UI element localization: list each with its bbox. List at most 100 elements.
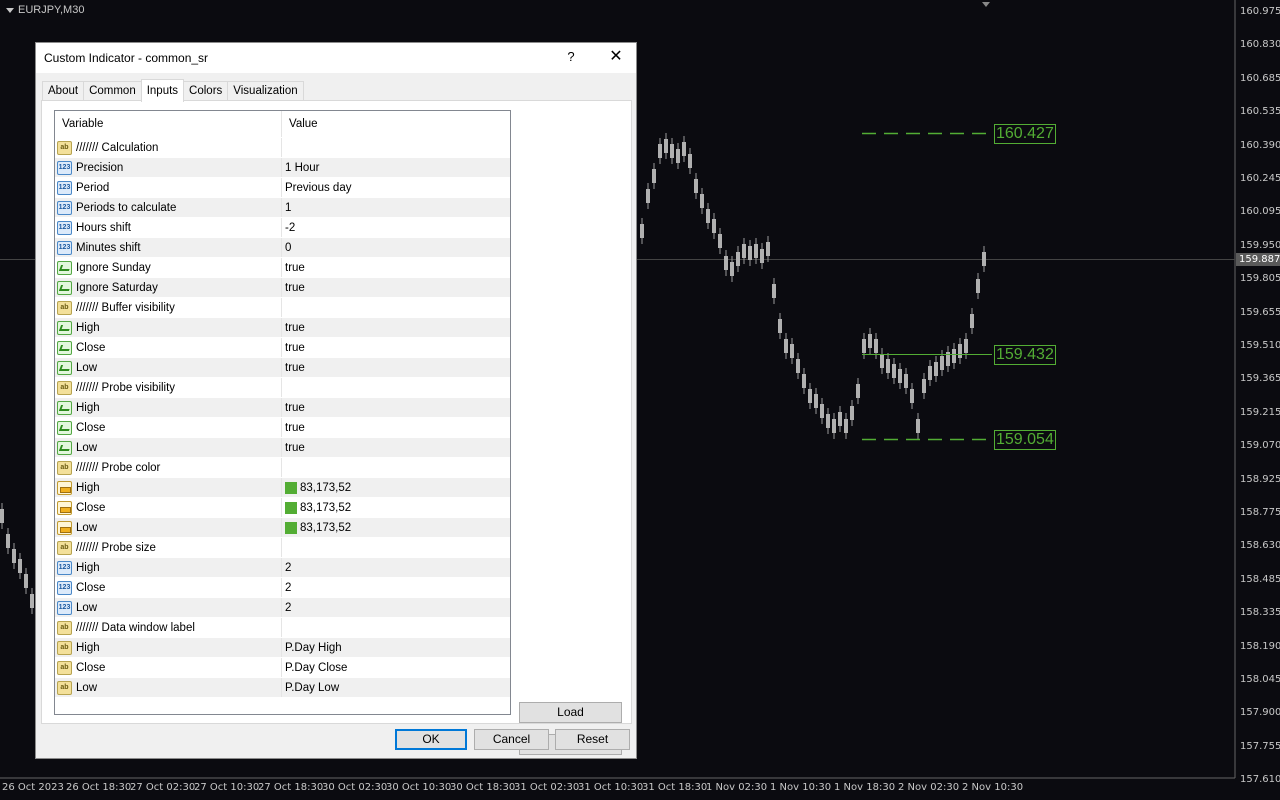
table-row[interactable]: High 83,173,52	[55, 478, 510, 498]
table-row[interactable]: Close true	[55, 338, 510, 358]
value-cell[interactable]: -2	[282, 218, 510, 237]
price-tick-label: 159.215	[1240, 406, 1280, 418]
table-row[interactable]: High true	[55, 318, 510, 338]
table-row[interactable]: ab /////// Buffer visibility	[55, 298, 510, 318]
tab-colors[interactable]: Colors	[183, 81, 229, 101]
variable-name: Periods to calculate	[76, 201, 177, 214]
table-row[interactable]: Low true	[55, 358, 510, 378]
cancel-button[interactable]: Cancel	[474, 729, 549, 750]
current-price-label: 159.887	[1236, 253, 1280, 266]
tab-inputs[interactable]: Inputs	[140, 79, 185, 102]
table-row[interactable]: ab /////// Probe size	[55, 538, 510, 558]
column-header-value[interactable]: Value	[282, 111, 510, 137]
text-type-icon: ab	[57, 380, 72, 395]
value-cell[interactable]: true	[282, 338, 510, 357]
value-cell[interactable]: true	[282, 358, 510, 377]
value-cell[interactable]	[282, 458, 510, 477]
table-row[interactable]: 123 Hours shift -2	[55, 218, 510, 238]
ok-button[interactable]: OK	[395, 729, 467, 750]
table-body: ab/////// Calculation 123 Precision 1 Hour 1…	[55, 138, 510, 698]
text-type-icon: ab	[57, 540, 72, 555]
value-cell[interactable]	[282, 138, 510, 157]
table-row[interactable]: ab Close P.Day Close	[55, 658, 510, 678]
price-tick-label: 159.365	[1240, 373, 1280, 385]
value-cell[interactable]: 1	[282, 198, 510, 217]
dialog-titlebar[interactable]: Custom Indicator - common_sr ? ✕	[36, 43, 636, 73]
variable-name: Precision	[76, 161, 124, 174]
value-cell[interactable]: 2	[282, 558, 510, 577]
table-row[interactable]: 123 Period Previous day	[55, 178, 510, 198]
tab-about[interactable]: About	[42, 81, 85, 101]
variable-value: 2	[285, 601, 292, 614]
price-tick-label: 159.950	[1240, 239, 1280, 251]
value-cell[interactable]: 83,173,52	[282, 518, 510, 537]
candle-body	[694, 179, 698, 193]
table-row[interactable]: Low 83,173,52	[55, 518, 510, 538]
table-row[interactable]: 123 Close 2	[55, 578, 510, 598]
value-cell[interactable]: 83,173,52	[282, 478, 510, 497]
variable-cell: Low	[55, 358, 282, 377]
value-cell[interactable]: Previous day	[282, 178, 510, 197]
table-row[interactable]: 123 Periods to calculate 1	[55, 198, 510, 218]
variable-name: High	[76, 561, 100, 574]
variable-value: true	[285, 321, 305, 334]
tab-visualization[interactable]: Visualization	[227, 81, 304, 101]
load-button[interactable]: Load	[519, 702, 622, 723]
variable-name: /////// Probe color	[76, 461, 161, 474]
value-cell[interactable]	[282, 618, 510, 637]
value-cell[interactable]	[282, 378, 510, 397]
table-row[interactable]: Ignore Saturday true	[55, 278, 510, 298]
value-cell[interactable]: true	[282, 258, 510, 277]
table-row[interactable]: 123 Minutes shift 0	[55, 238, 510, 258]
tab-common[interactable]: Common	[83, 81, 142, 101]
table-row[interactable]: Ignore Sunday true	[55, 258, 510, 278]
table-row[interactable]: ab High P.Day High	[55, 638, 510, 658]
table-row[interactable]: ab /////// Probe color	[55, 458, 510, 478]
value-cell[interactable]: P.Day High	[282, 638, 510, 657]
boolean-type-icon	[57, 260, 72, 275]
table-row[interactable]: 123 High 2	[55, 558, 510, 578]
value-cell[interactable]: 0	[282, 238, 510, 257]
table-row[interactable]: Low true	[55, 438, 510, 458]
value-cell[interactable]: true	[282, 398, 510, 417]
chart-symbol-label[interactable]: EURJPY,M30	[6, 4, 84, 16]
variable-cell: Close	[55, 338, 282, 357]
table-row[interactable]: ab /////// Calculation	[55, 138, 510, 158]
variable-name: /////// Calculation	[76, 141, 159, 154]
value-cell[interactable]: 83,173,52	[282, 498, 510, 517]
column-header-variable[interactable]: Variable	[55, 111, 282, 137]
table-row[interactable]: 123 Low 2	[55, 598, 510, 618]
boolean-type-icon	[57, 440, 72, 455]
help-button[interactable]: ?	[556, 43, 586, 73]
table-row[interactable]: High true	[55, 398, 510, 418]
close-icon[interactable]: ✕	[600, 43, 632, 73]
candle-body	[730, 262, 734, 276]
table-row[interactable]: Close 83,173,52	[55, 498, 510, 518]
variable-value: 83,173,52	[300, 481, 352, 494]
value-cell[interactable]: true	[282, 418, 510, 437]
table-row[interactable]: Close true	[55, 418, 510, 438]
value-cell[interactable]: P.Day Low	[282, 678, 510, 697]
value-cell[interactable]: true	[282, 278, 510, 297]
value-cell[interactable]: true	[282, 318, 510, 337]
value-cell[interactable]: 2	[282, 598, 510, 617]
value-cell[interactable]: true	[282, 438, 510, 457]
value-cell[interactable]: 1 Hour	[282, 158, 510, 177]
candle-body	[820, 404, 824, 418]
value-cell[interactable]: 2	[282, 578, 510, 597]
value-cell[interactable]	[282, 538, 510, 557]
variable-cell: ab Low	[55, 678, 282, 697]
table-row[interactable]: ab /////// Data window label	[55, 618, 510, 638]
candle-body	[706, 209, 710, 223]
candle-body	[724, 256, 728, 270]
chart-shift-marker[interactable]	[982, 2, 990, 7]
candle-body	[664, 139, 668, 153]
value-cell[interactable]	[282, 298, 510, 317]
value-cell[interactable]: P.Day Close	[282, 658, 510, 677]
table-row[interactable]: ab /////// Probe visibility	[55, 378, 510, 398]
color-swatch	[285, 501, 297, 514]
table-row[interactable]: ab Low P.Day Low	[55, 678, 510, 698]
reset-button[interactable]: Reset	[555, 729, 630, 750]
variable-name: /////// Probe size	[76, 541, 156, 554]
table-row[interactable]: 123 Precision 1 Hour	[55, 158, 510, 178]
